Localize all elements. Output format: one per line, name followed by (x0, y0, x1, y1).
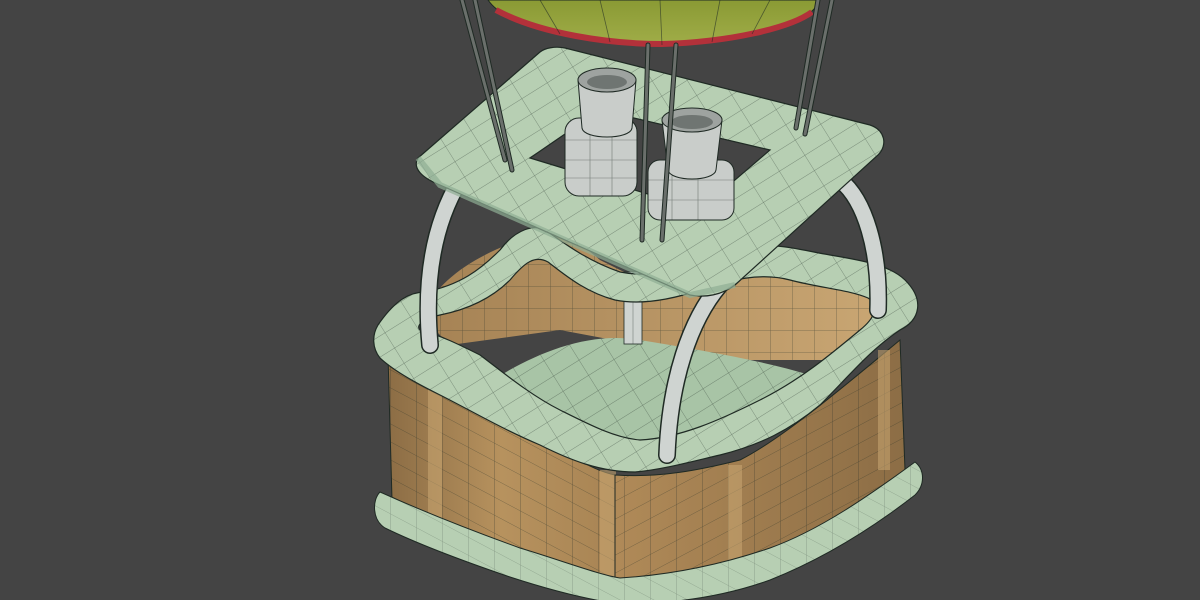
balloon-envelope (487, 0, 821, 48)
3d-viewport[interactable] (0, 0, 1200, 600)
balloon-basket-model (373, 0, 923, 600)
